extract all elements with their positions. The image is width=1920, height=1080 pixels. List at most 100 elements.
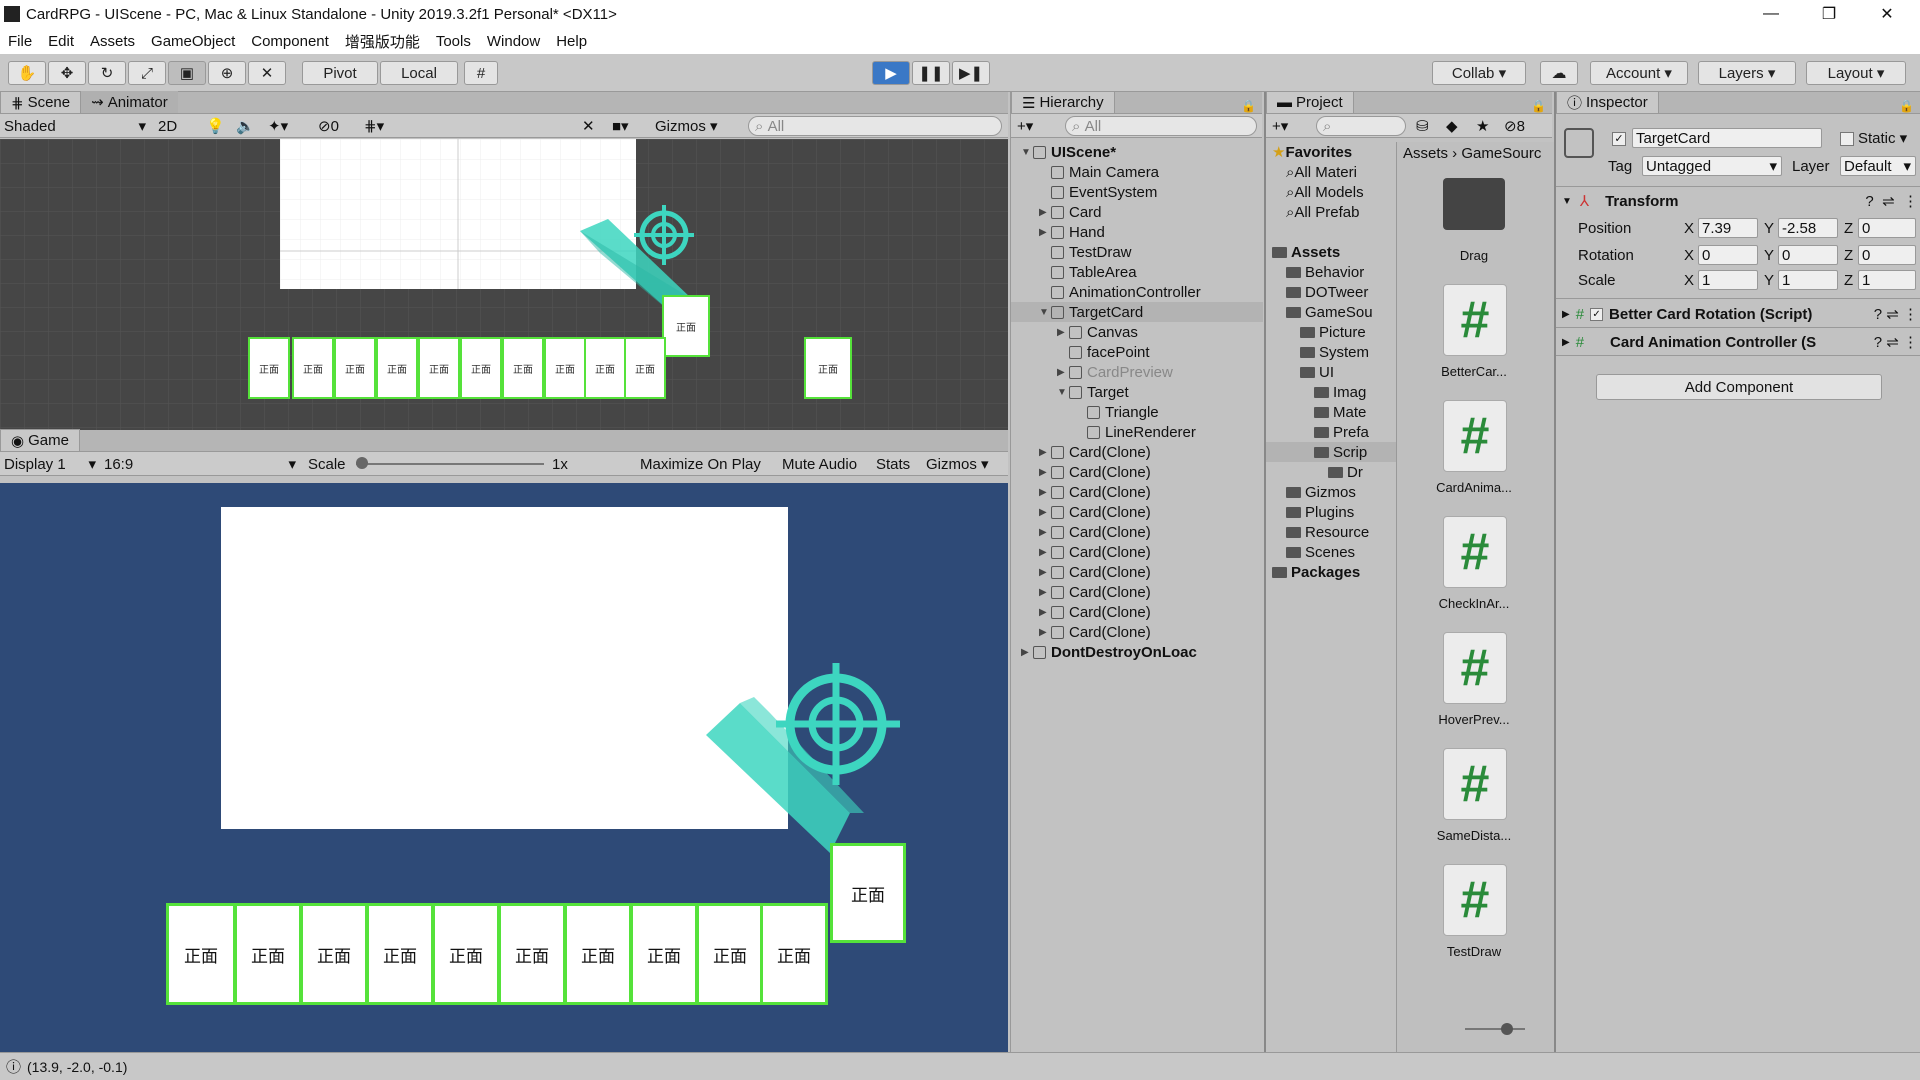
scale-tool-icon[interactable]: ⤢ (128, 61, 166, 85)
csharp-script-icon[interactable]: # (1443, 400, 1507, 472)
hierarchy-item[interactable]: ▶ Card(Clone) (1011, 462, 1263, 482)
rotation-x-field[interactable]: 0 (1698, 245, 1758, 265)
project-tree-item[interactable]: GameSou (1266, 302, 1396, 322)
rect-tool-icon[interactable]: ▣ (168, 61, 206, 85)
filter-label-icon[interactable]: ◆ (1446, 116, 1458, 136)
hierarchy-item[interactable]: Triangle (1011, 402, 1263, 422)
hand-card[interactable]: 正面 (584, 337, 626, 399)
hand-card[interactable]: 正面 (248, 337, 290, 399)
pivot-button[interactable]: Pivot (302, 61, 378, 85)
expand-arrow-icon[interactable]: ▼ (1039, 307, 1051, 318)
hierarchy-item[interactable]: facePoint (1011, 342, 1263, 362)
project-tree-item[interactable]: Behavior (1266, 262, 1396, 282)
hand-tool-icon[interactable]: ✋ (8, 61, 46, 85)
project-tree-item[interactable]: Picture (1266, 322, 1396, 342)
menu-gameobject[interactable]: GameObject (143, 33, 243, 50)
scene-viewport[interactable]: 正面 正面 正面 正面 正面 正面 正面 正面 正面 正面 正面 正面 (0, 139, 1008, 430)
hierarchy-item[interactable]: ▶ Card(Clone) (1011, 502, 1263, 522)
game-gizmos-dropdown[interactable]: Gizmos ▾ (926, 454, 989, 474)
menu-file[interactable]: File (0, 33, 40, 50)
hierarchy-item[interactable]: Main Camera (1011, 162, 1263, 182)
hand-card[interactable]: 正面 (418, 337, 460, 399)
camera-icon[interactable]: ■▾ (612, 116, 629, 136)
expand-arrow-icon[interactable]: ▶ (1057, 367, 1069, 378)
transform-tool-icon[interactable]: ⊕ (208, 61, 246, 85)
hand-card[interactable]: 正面 (432, 903, 500, 1005)
tab-animator[interactable]: ⇝ Animator (81, 91, 178, 113)
minimize-icon[interactable]: — (1742, 0, 1800, 28)
hierarchy-item[interactable]: TableArea (1011, 262, 1263, 282)
audio-icon[interactable]: 🔈 (236, 116, 255, 136)
expand-arrow-icon[interactable]: ▶ (1039, 607, 1051, 618)
expand-arrow-icon[interactable]: ▶ (1039, 467, 1051, 478)
expand-arrow-icon[interactable]: ▶ (1039, 527, 1051, 538)
csharp-script-icon[interactable]: # (1443, 748, 1507, 820)
hierarchy-item[interactable]: ▶ DontDestroyOnLoac (1011, 642, 1263, 662)
project-tree-item[interactable]: Scenes (1266, 542, 1396, 562)
expand-arrow-icon[interactable]: ▶ (1039, 587, 1051, 598)
hidden-objects-icon[interactable]: ⊘ 0 (318, 116, 339, 136)
hidden-packages-icon[interactable]: ⊘ 8 (1504, 116, 1525, 136)
menu-enhanced[interactable]: 增强版功能 (337, 31, 428, 52)
project-tree-item[interactable]: System (1266, 342, 1396, 362)
rotation-z-field[interactable]: 0 (1858, 245, 1916, 265)
tab-project[interactable]: ▬ Project (1266, 91, 1354, 113)
pause-button[interactable]: ❚❚ (912, 61, 950, 85)
tab-game[interactable]: ◉ Game (0, 429, 80, 451)
hierarchy-search-input[interactable]: ⌕ All (1065, 116, 1257, 136)
expand-arrow-icon[interactable]: ▶ (1039, 227, 1051, 238)
help-icon[interactable]: ? ⇌ ⋮ (1874, 333, 1918, 351)
static-dropdown[interactable]: Static ▾ (1858, 127, 1907, 149)
expand-arrow-icon[interactable]: ▼ (1021, 147, 1033, 158)
hand-card[interactable]: 正面 (696, 903, 764, 1005)
expand-arrow-icon[interactable]: ▶ (1057, 327, 1069, 338)
favorite-icon[interactable]: ★ (1476, 116, 1489, 136)
collab-dropdown[interactable]: Collab ▾ (1432, 61, 1526, 85)
maximize-on-play-toggle[interactable]: Maximize On Play (640, 454, 761, 474)
target-card-game[interactable]: 正面 (830, 843, 906, 943)
status-message[interactable]: (13.9, -2.0, -0.1) (27, 1059, 127, 1075)
hand-card[interactable]: 正面 (366, 903, 434, 1005)
icon-size-slider[interactable] (1465, 1023, 1525, 1035)
scale-z-field[interactable]: 1 (1858, 270, 1916, 290)
hierarchy-item[interactable]: ▶ Card(Clone) (1011, 622, 1263, 642)
folder-icon[interactable] (1443, 178, 1505, 230)
position-x-field[interactable]: 7.39 (1698, 218, 1758, 238)
hierarchy-item[interactable]: ▼ UIScene* (1011, 142, 1263, 162)
component-card-animation-controller[interactable]: ▶ # Card Animation Controller (S ? ⇌ ⋮ (1562, 331, 1918, 353)
hand-card[interactable]: 正面 (234, 903, 302, 1005)
expand-arrow-icon[interactable]: ▶ (1039, 627, 1051, 638)
rotation-y-field[interactable]: 0 (1778, 245, 1838, 265)
cloud-icon[interactable]: ☁ (1540, 61, 1578, 85)
filter-type-icon[interactable]: ⛁ (1416, 116, 1429, 136)
breadcrumb-assets[interactable]: Assets (1403, 145, 1448, 162)
hand-card[interactable]: 正面 (760, 903, 828, 1005)
create-button[interactable]: +▾ (1017, 116, 1033, 136)
hierarchy-item[interactable]: ▶ Card(Clone) (1011, 542, 1263, 562)
tab-inspector[interactable]: ⓘ Inspector (1556, 91, 1659, 113)
expand-arrow-icon[interactable]: ▶ (1039, 447, 1051, 458)
menu-tools[interactable]: Tools (428, 33, 479, 50)
expand-arrow-icon[interactable]: ▶ (1039, 207, 1051, 218)
mute-audio-toggle[interactable]: Mute Audio (782, 454, 857, 474)
create-button[interactable]: +▾ (1272, 116, 1288, 136)
transform-header[interactable]: ▼ ⅄ Transform ? ⇌ ⋮ (1562, 190, 1918, 212)
hierarchy-item[interactable]: ▼ TargetCard (1011, 302, 1263, 322)
hand-card[interactable]: 正面 (460, 337, 502, 399)
hierarchy-item[interactable]: TestDraw (1011, 242, 1263, 262)
expand-arrow-icon[interactable]: ▶ (1039, 507, 1051, 518)
hierarchy-item[interactable]: ▶ Card(Clone) (1011, 602, 1263, 622)
layout-dropdown[interactable]: Layout ▾ (1806, 61, 1906, 85)
move-tool-icon[interactable]: ✥ (48, 61, 86, 85)
hierarchy-item[interactable]: EventSystem (1011, 182, 1263, 202)
aspect-dropdown[interactable]: 16:9 ▾ (104, 454, 296, 474)
hierarchy-item[interactable]: ▶ Card(Clone) (1011, 522, 1263, 542)
project-tree-item[interactable]: UI (1266, 362, 1396, 382)
shading-dropdown[interactable]: Shaded ▾ (4, 116, 146, 136)
menu-assets[interactable]: Assets (82, 33, 143, 50)
project-tree-item[interactable]: Resource (1266, 522, 1396, 542)
close-icon[interactable]: ✕ (1858, 0, 1916, 28)
csharp-script-icon[interactable]: # (1443, 864, 1507, 936)
project-tree-item[interactable]: DOTweer (1266, 282, 1396, 302)
hierarchy-item[interactable]: ▶ Card(Clone) (1011, 582, 1263, 602)
